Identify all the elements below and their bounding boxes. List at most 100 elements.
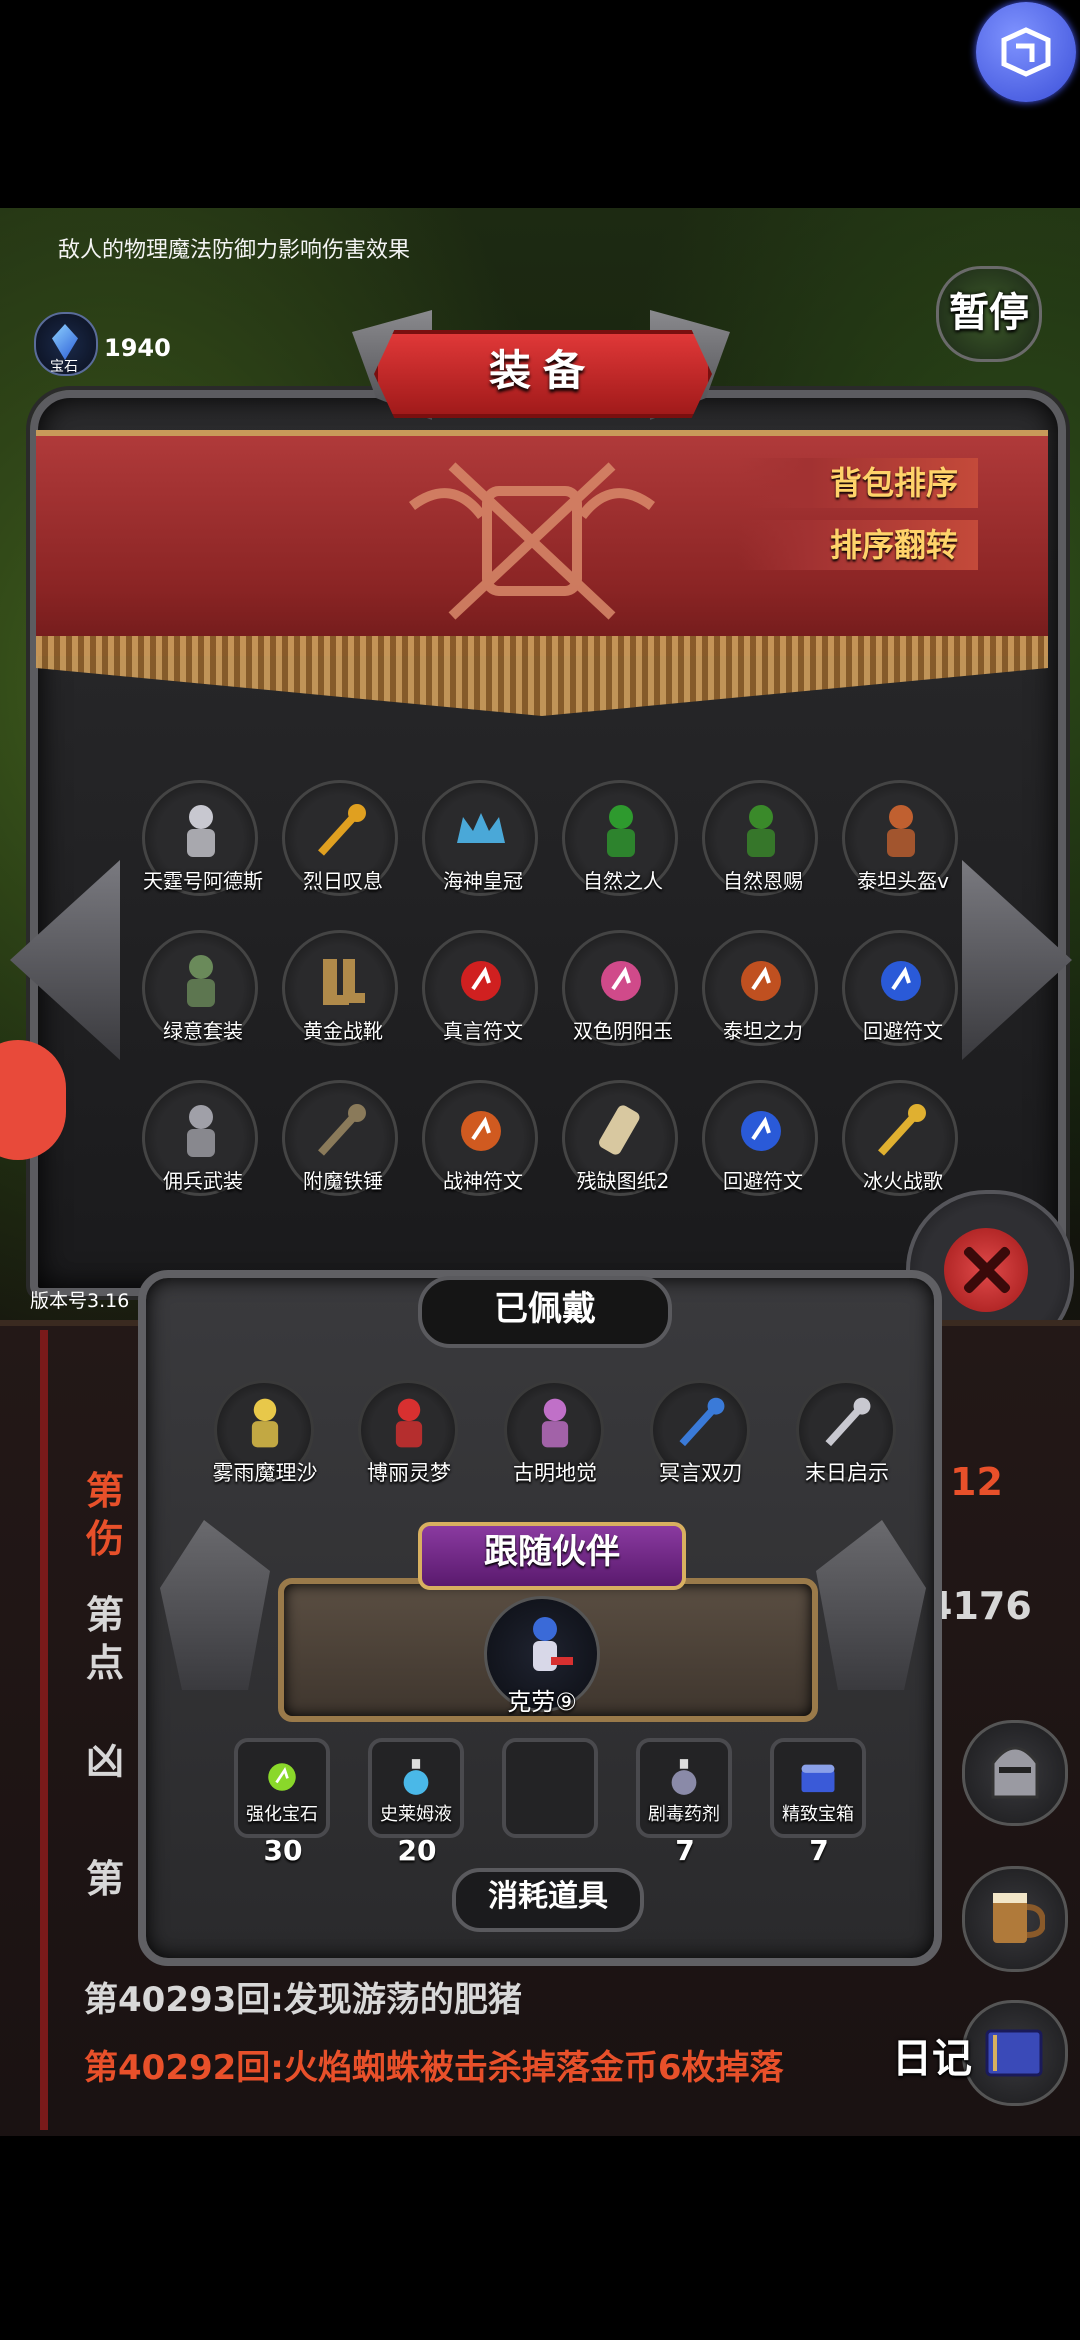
close-icon <box>944 1228 1028 1312</box>
equipment-slot[interactable]: 海神皇冠 <box>422 780 538 896</box>
worn-name: 末日启示 <box>805 1461 889 1485</box>
gem-count: 1940 <box>104 334 171 362</box>
log-fragment: 伤 <box>86 1517 125 1561</box>
consumables-title: 消耗道具 <box>452 1868 644 1932</box>
equipment-slot[interactable]: 战神符文 <box>422 1080 538 1196</box>
green-figure-icon <box>607 805 635 857</box>
equipment-slot[interactable]: 附魔铁锤 <box>282 1080 398 1196</box>
equipment-slot[interactable]: 泰坦之力 <box>702 930 818 1046</box>
equipment-name: 黄金战靴 <box>303 1019 383 1043</box>
consumable-slot[interactable]: 强化宝石 30 <box>234 1738 330 1867</box>
equipment-slot[interactable]: 真言符文 <box>422 930 538 1046</box>
fire-rune-icon <box>461 1111 501 1151</box>
equipment-name: 泰坦头盔v <box>857 869 949 893</box>
equipment-name: 战神符文 <box>443 1169 523 1193</box>
equipment-slot[interactable]: 天霆号阿德斯 <box>142 780 263 896</box>
consumable-art <box>394 1752 438 1802</box>
equipment-art <box>169 799 233 863</box>
equipment-art <box>589 1099 653 1163</box>
worn-title: 已佩戴 <box>418 1276 672 1348</box>
equipment-art <box>729 1099 793 1163</box>
spartan-helmet-icon <box>887 805 915 857</box>
equipment-art <box>449 1099 513 1163</box>
worn-slot[interactable]: 冥言双刃 <box>650 1380 750 1485</box>
worn-name: 博丽灵梦 <box>367 1461 451 1485</box>
log-divider <box>40 1330 48 2130</box>
equipment-name: 绿意套装 <box>163 1019 243 1043</box>
consumable-quantity: 30 <box>263 1834 303 1867</box>
blue-rune-icon <box>881 961 921 1001</box>
log-fragment: 第 <box>86 1593 125 1637</box>
boots-icon <box>323 959 365 1005</box>
equipment-art <box>729 799 793 863</box>
log-fragment: 第 <box>86 1469 125 1513</box>
worn-name: 古明地觉 <box>513 1461 597 1485</box>
consumable-art <box>796 1752 840 1802</box>
equipment-slot[interactable]: 回避符文 <box>702 1080 818 1196</box>
worn-slot[interactable]: 古明地觉 <box>504 1380 604 1485</box>
worn-art <box>525 1393 585 1453</box>
equipment-art <box>869 799 933 863</box>
sort-bag-button[interactable]: 背包排序 <box>738 458 978 508</box>
diary-book-icon[interactable] <box>962 2000 1068 2106</box>
consumable-quantity: 7 <box>809 1834 829 1867</box>
equipment-art <box>589 949 653 1013</box>
consumable-slot[interactable]: 史莱姆液 20 <box>368 1738 464 1867</box>
log-line: 第40293回:发现游荡的肥猪 <box>84 1980 522 2020</box>
equipment-name: 附魔铁锤 <box>303 1169 383 1193</box>
diary-label: 日记 <box>892 2036 972 2082</box>
titan-rune-icon <box>741 961 781 1001</box>
twin-blades-icon <box>679 1397 725 1447</box>
equipment-name: 真言符文 <box>443 1019 523 1043</box>
equipment-slot[interactable]: 佣兵武装 <box>142 1080 258 1196</box>
equipment-art <box>169 949 233 1013</box>
worn-art <box>235 1393 295 1453</box>
pink-hair-girl-icon <box>541 1398 569 1448</box>
equipment-art <box>449 799 513 863</box>
log-fragment: 点 <box>86 1641 125 1685</box>
worn-slot[interactable]: 雾雨魔理沙 <box>213 1380 318 1485</box>
tavern-mug-icon[interactable] <box>962 1866 1068 1972</box>
mech-armor-icon <box>187 805 215 857</box>
companion-name: 克劳⑨ <box>507 1688 577 1716</box>
crossed-swords-icon <box>878 1104 926 1156</box>
consumable-slot[interactable]: 剧毒药剂 7 <box>636 1738 732 1867</box>
equipment-slot[interactable]: 自然恩赐 <box>702 780 818 896</box>
consumable-slot-empty[interactable] <box>502 1738 598 1838</box>
scroll-icon <box>599 1105 640 1155</box>
blue-rune-icon <box>741 1111 781 1151</box>
gem-label: 宝石 <box>50 359 78 375</box>
equipment-slot[interactable]: 绿意套装 <box>142 930 258 1046</box>
reverse-sort-button[interactable]: 排序翻转 <box>738 520 978 570</box>
equipment-slot[interactable]: 残缺图纸2 <box>562 1080 678 1196</box>
equipment-name: 自然之人 <box>583 869 663 893</box>
worn-slot[interactable]: 博丽灵梦 <box>358 1380 458 1485</box>
app-badge-icon[interactable] <box>976 2 1076 102</box>
equipment-art <box>589 799 653 863</box>
log-fragment: 第 <box>86 1857 125 1901</box>
equipment-name: 残缺图纸2 <box>576 1169 670 1193</box>
shrine-maiden-icon <box>395 1398 423 1448</box>
pause-button[interactable]: 暂停 <box>936 266 1042 362</box>
hammer-icon <box>318 1104 366 1156</box>
golden-staff-icon <box>318 804 366 856</box>
equipment-slot[interactable]: 自然之人 <box>562 780 678 896</box>
equipment-name: 海神皇冠 <box>443 869 523 893</box>
equipment-art <box>309 1099 373 1163</box>
equipment-slot[interactable]: 泰坦头盔v <box>842 780 958 896</box>
consumable-slot[interactable]: 精致宝箱 7 <box>770 1738 866 1867</box>
helmet-icon[interactable] <box>962 1720 1068 1826</box>
equipment-slot[interactable]: 回避符文 <box>842 930 958 1046</box>
equipment-slot[interactable]: 烈日叹息 <box>282 780 398 896</box>
equipment-art <box>169 1099 233 1163</box>
equipment-slot[interactable]: 双色阴阳玉 <box>562 930 678 1046</box>
equipment-name: 冰火战歌 <box>863 1169 943 1193</box>
equipment-slot[interactable]: 冰火战歌 <box>842 1080 958 1196</box>
equipment-slot[interactable]: 黄金战靴 <box>282 930 398 1046</box>
crown-icon <box>457 813 505 843</box>
log-fragment: 12 <box>950 1460 1003 1504</box>
yin-yang-orb-icon <box>601 961 641 1001</box>
equipment-art <box>869 949 933 1013</box>
worn-slot[interactable]: 末日启示 <box>796 1380 896 1485</box>
equipment-name: 佣兵武装 <box>163 1169 243 1193</box>
